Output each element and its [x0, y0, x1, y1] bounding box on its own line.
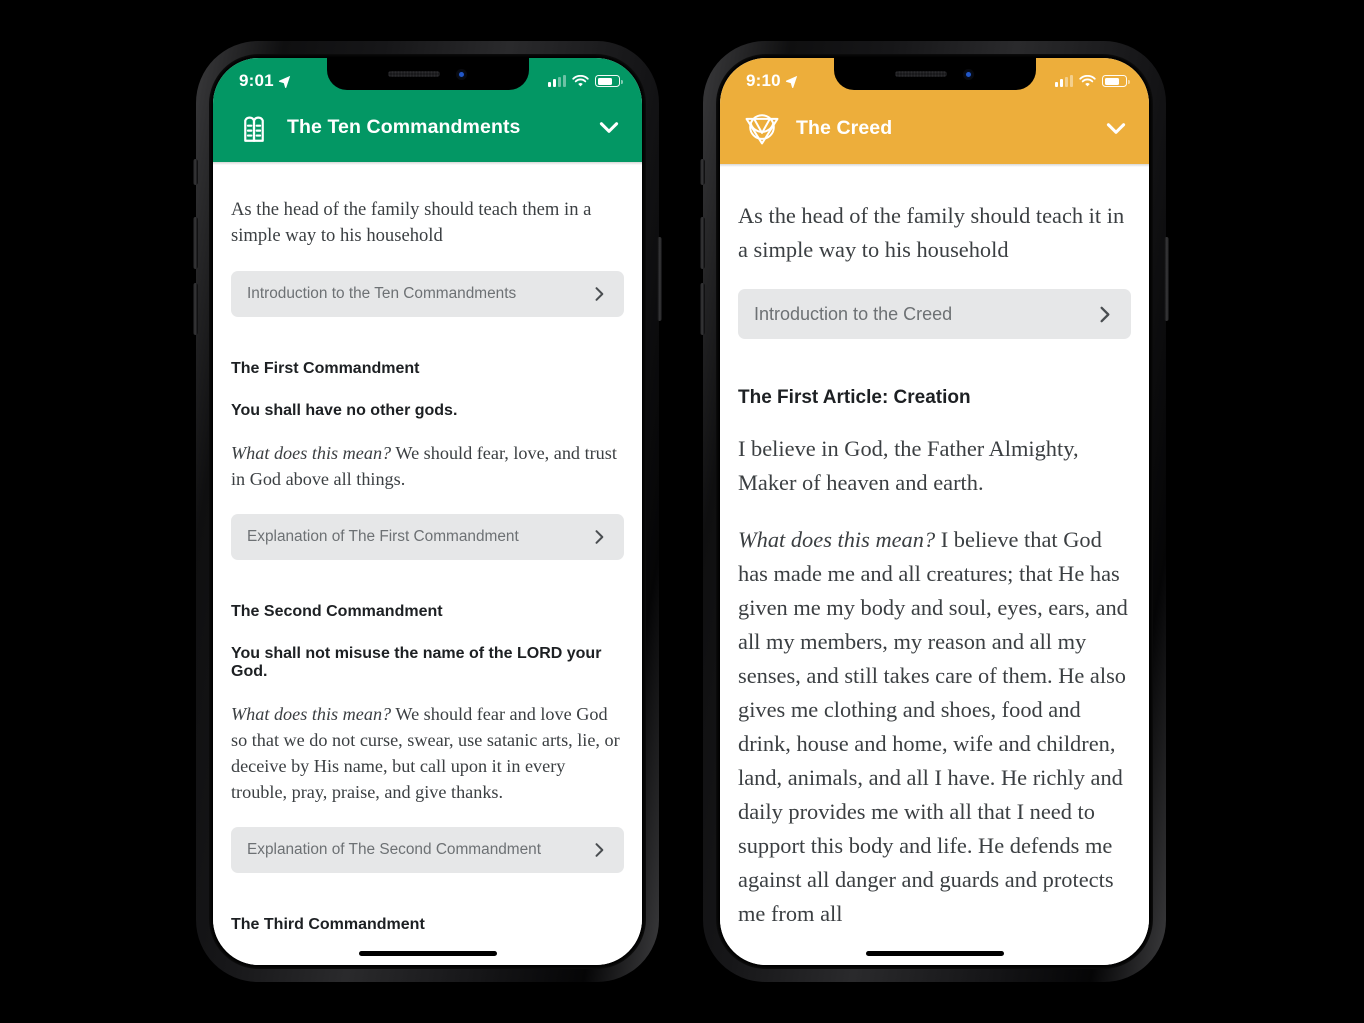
stone-tablets-icon: [244, 116, 264, 142]
section-title: The First Article: Creation: [738, 387, 971, 408]
phone-screen: 9:01 The Ten Commandments As the head of…: [213, 58, 642, 965]
section-meaning: What does this mean? I believe that God …: [738, 523, 1131, 931]
section-meaning: What does this mean? We should fear, lov…: [231, 440, 624, 492]
phone-bezel: 9:10 The Creed As the head of the family…: [716, 54, 1153, 969]
meaning-body: I believe that God has made me and all c…: [738, 527, 1128, 926]
status-bar-time: 9:01: [239, 71, 274, 90]
volume-down-button[interactable]: [193, 283, 198, 335]
intro-paragraph: As the head of the family should teach t…: [231, 199, 592, 246]
status-bar-right: [548, 73, 623, 88]
volume-up-button[interactable]: [700, 217, 705, 269]
section-first-commandment: The First Commandment You shall have no …: [231, 360, 624, 560]
phone-bezel: 9:01 The Ten Commandments As the head of…: [209, 54, 646, 969]
status-bar-time: 9:10: [746, 71, 781, 90]
section-title: The First Commandment: [231, 360, 420, 377]
status-bar-left: 9:10: [746, 69, 798, 91]
header-shadow: [720, 164, 1149, 167]
chevron-right-icon: [595, 530, 604, 544]
location-arrow-icon: [278, 75, 291, 88]
phone-screen: 9:10 The Creed As the head of the family…: [720, 58, 1149, 965]
phone-device-creed: 9:10 The Creed As the head of the family…: [700, 41, 1169, 982]
app-bar: The Ten Commandments: [213, 102, 642, 162]
power-button[interactable]: [1164, 237, 1169, 321]
intro-link-label: Introduction to the Creed: [754, 303, 953, 324]
front-camera-icon: [963, 68, 974, 80]
mute-switch-button[interactable]: [193, 159, 198, 185]
front-camera-icon: [456, 68, 467, 80]
section-third-commandment: The Third Commandment: [231, 916, 624, 934]
cellular-signal-icon: [548, 75, 566, 87]
content-scroll-area[interactable]: As the head of the family should teach t…: [213, 165, 642, 965]
intro-paragraph: As the head of the family should teach i…: [738, 203, 1125, 262]
home-indicator[interactable]: [358, 951, 497, 956]
explanation-link-label: Explanation of The First Commandment: [247, 528, 519, 545]
explanation-link-button[interactable]: Explanation of The First Commandment: [231, 514, 624, 560]
chevron-right-icon: [595, 843, 604, 857]
volume-down-button[interactable]: [700, 283, 705, 335]
content-scroll-area[interactable]: As the head of the family should teach i…: [720, 167, 1149, 965]
explanation-link-label: Explanation of The Second Commandment: [247, 841, 542, 858]
chevron-down-icon[interactable]: [596, 114, 622, 140]
device-notch: [326, 58, 529, 90]
wifi-icon: [572, 74, 589, 86]
home-indicator[interactable]: [865, 951, 1004, 956]
earpiece-speaker-icon: [895, 71, 947, 77]
meaning-question-label: What does this mean?: [231, 704, 392, 724]
app-bar-title: The Creed: [796, 116, 893, 139]
explanation-link-button[interactable]: Explanation of The Second Commandment: [231, 827, 624, 873]
mute-switch-button[interactable]: [700, 159, 705, 185]
intro-link-label: Introduction to the Ten Commandments: [247, 285, 517, 302]
device-notch: [833, 58, 1036, 90]
volume-up-button[interactable]: [193, 217, 198, 269]
phone-device-ten-commandments: 9:01 The Ten Commandments As the head of…: [193, 41, 662, 982]
section-commandment-text: You shall not misuse the name of the LOR…: [231, 645, 602, 680]
intro-link-button[interactable]: Introduction to the Ten Commandments: [231, 271, 624, 317]
wifi-icon: [1079, 74, 1096, 86]
section-title: The Third Commandment: [231, 916, 425, 933]
section-title: The Second Commandment: [231, 603, 443, 620]
chevron-right-icon: [595, 287, 604, 301]
section-meaning: What does this mean? We should fear and …: [231, 701, 624, 805]
power-button[interactable]: [657, 237, 662, 321]
status-bar-right: [1055, 73, 1130, 88]
screenshot-stage: 9:01 The Ten Commandments As the head of…: [0, 0, 1364, 1023]
chevron-right-icon: [1100, 306, 1110, 322]
status-bar-left: 9:01: [239, 69, 291, 91]
section-commandment-text: You shall have no other gods.: [231, 402, 458, 419]
location-arrow-icon: [785, 75, 798, 88]
chevron-down-icon[interactable]: [1103, 115, 1129, 141]
trinity-symbol-icon: [745, 114, 779, 145]
header-shadow: [213, 162, 642, 165]
earpiece-speaker-icon: [388, 71, 440, 77]
battery-icon: [595, 75, 623, 87]
cellular-signal-icon: [1055, 75, 1073, 87]
meaning-question-label: What does this mean?: [231, 443, 392, 463]
section-first-article: The First Article: Creation I believe in…: [738, 387, 1131, 931]
app-bar: The Creed: [720, 102, 1149, 164]
section-second-commandment: The Second Commandment You shall not mis…: [231, 603, 624, 873]
app-bar-title: The Ten Commandments: [287, 115, 521, 138]
section-article-text: I believe in God, the Father Almighty, M…: [738, 436, 1079, 495]
intro-link-button[interactable]: Introduction to the Creed: [738, 289, 1131, 339]
meaning-question-label: What does this mean?: [738, 527, 936, 552]
battery-icon: [1102, 75, 1130, 87]
